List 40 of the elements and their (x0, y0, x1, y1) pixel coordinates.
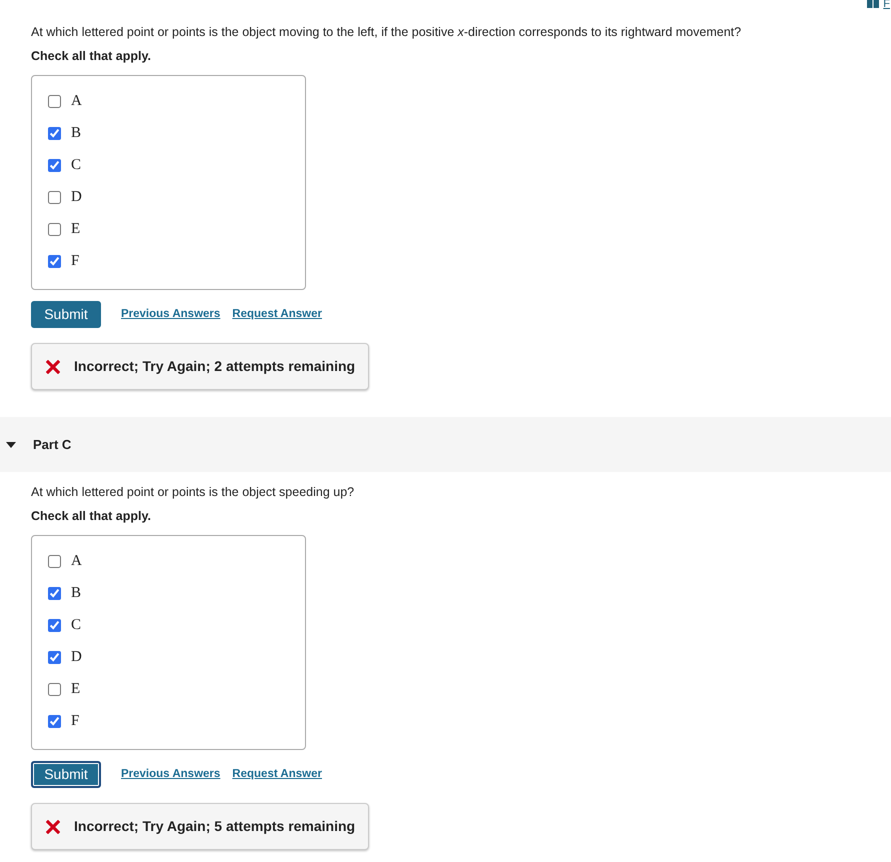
feedback-text: Incorrect; Try Again; 2 attempts remaining (74, 357, 356, 376)
option-label: B (71, 584, 82, 602)
option-label: F (71, 252, 80, 270)
checkbox[interactable] (48, 222, 61, 236)
part-header[interactable]: Part C (0, 417, 891, 472)
question-text: At which lettered point or points is the object moving to the left, if the positive x-direction corresponds to its rightward movement? (31, 24, 742, 40)
checkbox[interactable] (48, 94, 61, 108)
checkbox[interactable] (48, 158, 61, 172)
checkbox[interactable] (48, 650, 61, 664)
checkbox[interactable] (48, 190, 61, 204)
option-label: D (71, 648, 82, 666)
instruction-text: Check all that apply. (31, 48, 152, 64)
answer-link[interactable]: Previous Answers (121, 306, 220, 324)
option-label: C (71, 616, 82, 634)
answer-link[interactable]: Request Answer (232, 766, 322, 784)
option-label: E (71, 220, 80, 238)
answer-link[interactable]: Previous Answers (121, 766, 220, 784)
cross-icon (46, 820, 60, 834)
answer-link[interactable]: Request Answer (232, 306, 322, 324)
checkbox[interactable] (48, 126, 61, 140)
option-label: A (71, 552, 82, 570)
instruction-text: Check all that apply. (31, 508, 152, 524)
option-label: C (71, 156, 82, 174)
checkbox[interactable] (48, 254, 61, 268)
checkbox[interactable] (48, 682, 61, 696)
book-icon (867, 0, 880, 8)
checkbox[interactable] (48, 554, 61, 568)
option-label: A (71, 92, 82, 110)
cross-icon (46, 360, 60, 374)
question-text: At which lettered point or points is the object speeding up? (31, 484, 356, 500)
option-label: E (71, 680, 80, 698)
feedback-text: Incorrect; Try Again; 5 attempts remaining (74, 817, 356, 836)
submit-button[interactable]: Submit (31, 301, 101, 328)
checkbox[interactable] (48, 618, 61, 632)
checkbox[interactable] (48, 586, 61, 600)
checkbox[interactable] (48, 714, 61, 728)
submit-button[interactable]: Submit (31, 761, 101, 788)
option-label: D (71, 188, 82, 206)
option-label: F (71, 712, 80, 730)
option-label: B (71, 124, 82, 142)
